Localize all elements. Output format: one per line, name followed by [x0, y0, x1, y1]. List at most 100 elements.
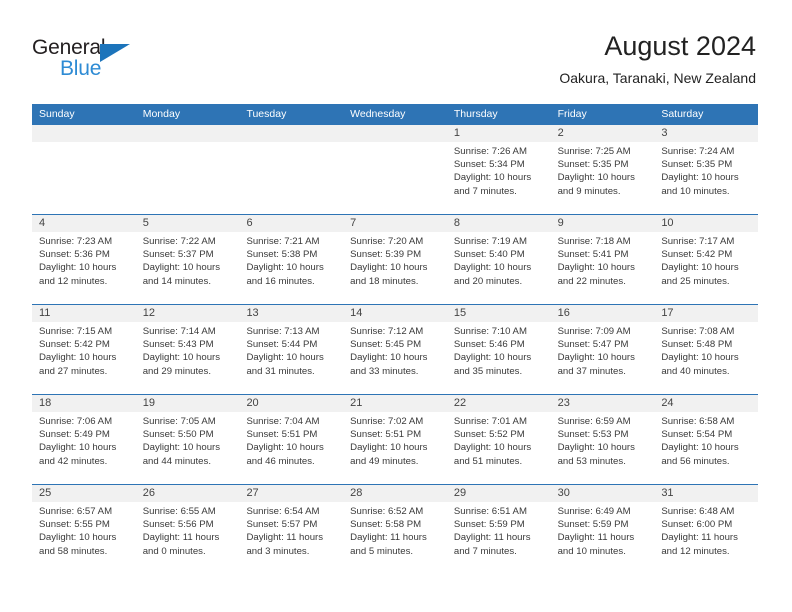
- day-cell-empty: [239, 125, 344, 214]
- day-info-sunset: Sunset: 5:52 PM: [453, 429, 525, 441]
- day-info-daylight1: Daylight: 10 hours: [142, 262, 221, 274]
- day-sun-info: Sunrise: 7:22 AM Sunset: 5:37 PM Daylight:…: [136, 232, 240, 288]
- day-sun-info: Sunrise: 7:26 AM Sunset: 5:34 PM Daylight:…: [447, 142, 551, 198]
- day-cell[interactable]: 8 Sunrise: 7:19 AM Sunset: 5:40 PM Daylight…: [446, 215, 551, 304]
- day-number: 2: [550, 125, 655, 142]
- calendar-week-row: 11 Sunrise: 7:15 AM Sunset: 5:42 PM Dayligh…: [32, 304, 759, 394]
- day-number: 7: [343, 215, 447, 232]
- day-cell[interactable]: 6 Sunrise: 7:21 AM Sunset: 5:38 PM Daylight…: [239, 215, 344, 304]
- day-cell[interactable]: 5 Sunrise: 7:22 AM Sunset: 5:37 PM Daylight…: [135, 215, 240, 304]
- day-info-sunrise: Sunrise: 6:55 AM: [142, 506, 216, 517]
- day-cell[interactable]: 26 Sunrise: 6:55 AM Sunset: 5:56 PM Dayligh…: [135, 485, 240, 574]
- day-cell[interactable]: 24 Sunrise: 6:58 AM Sunset: 5:54 PM Dayligh…: [654, 395, 759, 484]
- page-header: General Blue August 2024 Oakura, Taranak…: [0, 0, 792, 104]
- day-info-sunset: Sunset: 5:51 PM: [350, 429, 422, 441]
- day-info-sunrise: Sunrise: 7:15 AM: [39, 326, 113, 337]
- day-cell-empty: [135, 125, 240, 214]
- day-number: 25: [32, 485, 136, 502]
- day-info-daylight2: and 14 minutes.: [142, 275, 211, 287]
- weekday-header-wednesday: Wednesday: [350, 108, 406, 120]
- day-cell[interactable]: 16 Sunrise: 7:09 AM Sunset: 5:47 PM Dayligh…: [550, 305, 655, 394]
- general-blue-logo[interactable]: General Blue: [32, 36, 152, 84]
- day-info-sunset: Sunset: 5:42 PM: [39, 339, 110, 351]
- day-info-daylight2: and 25 minutes.: [661, 275, 730, 287]
- day-info-daylight1: Daylight: 10 hours: [246, 262, 324, 274]
- day-info-daylight1: Daylight: 11 hours: [142, 532, 220, 544]
- day-info-daylight2: and 46 minutes.: [246, 455, 315, 467]
- day-info-sunrise: Sunrise: 7:19 AM: [453, 236, 527, 247]
- day-cell[interactable]: 9 Sunrise: 7:18 AM Sunset: 5:41 PM Daylight…: [550, 215, 655, 304]
- day-cell[interactable]: 4 Sunrise: 7:23 AM Sunset: 5:36 PM Daylight…: [32, 215, 136, 304]
- day-info-sunrise: Sunrise: 7:10 AM: [453, 326, 527, 337]
- day-info-daylight1: Daylight: 10 hours: [142, 352, 221, 364]
- day-cell[interactable]: 18 Sunrise: 7:06 AM Sunset: 5:49 PM Dayligh…: [32, 395, 136, 484]
- day-cell[interactable]: 2 Sunrise: 7:25 AM Sunset: 5:35 PM Daylight…: [550, 125, 655, 214]
- day-info-daylight2: and 7 minutes.: [453, 545, 517, 557]
- day-info-sunrise: Sunrise: 6:48 AM: [661, 506, 735, 517]
- day-sun-info: Sunrise: 6:49 AM Sunset: 5:59 PM Daylight:…: [551, 502, 655, 558]
- day-info-sunset: Sunset: 5:35 PM: [557, 159, 629, 171]
- day-cell[interactable]: 30 Sunrise: 6:49 AM Sunset: 5:59 PM Dayligh…: [550, 485, 655, 574]
- day-info-daylight1: Daylight: 11 hours: [557, 532, 635, 544]
- day-cell[interactable]: 23 Sunrise: 6:59 AM Sunset: 5:53 PM Dayligh…: [550, 395, 655, 484]
- day-cell[interactable]: 22 Sunrise: 7:01 AM Sunset: 5:52 PM Dayligh…: [446, 395, 551, 484]
- day-info-sunset: Sunset: 5:47 PM: [557, 339, 629, 351]
- calendar-week-row: 25 Sunrise: 6:57 AM Sunset: 5:55 PM Dayligh…: [32, 484, 759, 574]
- day-cell[interactable]: 15 Sunrise: 7:10 AM Sunset: 5:46 PM Dayligh…: [446, 305, 551, 394]
- day-info-sunrise: Sunrise: 7:24 AM: [661, 146, 735, 157]
- day-number: 29: [446, 485, 551, 502]
- day-cell[interactable]: 17 Sunrise: 7:08 AM Sunset: 5:48 PM Dayligh…: [654, 305, 759, 394]
- day-number: 30: [550, 485, 655, 502]
- day-info-daylight2: and 16 minutes.: [246, 275, 315, 287]
- day-cell[interactable]: 28 Sunrise: 6:52 AM Sunset: 5:58 PM Dayligh…: [343, 485, 447, 574]
- title-block: August 2024 Oakura, Taranaki, New Zealan…: [559, 30, 756, 88]
- day-info-daylight1: Daylight: 10 hours: [39, 352, 117, 364]
- day-info-daylight2: and 49 minutes.: [350, 455, 419, 467]
- day-cell[interactable]: 27 Sunrise: 6:54 AM Sunset: 5:57 PM Dayligh…: [239, 485, 344, 574]
- day-info-daylight2: and 35 minutes.: [453, 365, 523, 377]
- day-info-sunset: Sunset: 5:40 PM: [453, 249, 525, 261]
- day-info-sunset: Sunset: 5:48 PM: [661, 339, 733, 351]
- day-cell[interactable]: 21 Sunrise: 7:02 AM Sunset: 5:51 PM Dayligh…: [343, 395, 447, 484]
- day-number: 23: [550, 395, 655, 412]
- day-cell[interactable]: 13 Sunrise: 7:13 AM Sunset: 5:44 PM Dayligh…: [239, 305, 344, 394]
- day-info-sunset: Sunset: 5:43 PM: [142, 339, 214, 351]
- day-info-sunrise: Sunrise: 6:49 AM: [557, 506, 631, 517]
- day-info-sunrise: Sunrise: 7:08 AM: [661, 326, 735, 337]
- day-cell[interactable]: 20 Sunrise: 7:04 AM Sunset: 5:51 PM Dayligh…: [239, 395, 344, 484]
- day-sun-info: Sunrise: 7:05 AM Sunset: 5:50 PM Daylight:…: [136, 412, 240, 468]
- day-info-daylight1: Daylight: 10 hours: [557, 442, 635, 454]
- day-info-daylight1: Daylight: 10 hours: [557, 172, 635, 184]
- day-cell[interactable]: 10 Sunrise: 7:17 AM Sunset: 5:42 PM Dayligh…: [654, 215, 759, 304]
- day-info-daylight2: and 27 minutes.: [39, 365, 108, 377]
- day-number: [32, 125, 136, 142]
- day-cell[interactable]: 31 Sunrise: 6:48 AM Sunset: 6:00 PM Dayligh…: [654, 485, 759, 574]
- logo-text-blue: Blue: [60, 57, 102, 80]
- day-cell[interactable]: 19 Sunrise: 7:05 AM Sunset: 5:50 PM Dayligh…: [135, 395, 240, 484]
- day-number: 19: [135, 395, 240, 412]
- day-info-daylight1: Daylight: 10 hours: [350, 442, 428, 454]
- day-info-sunset: Sunset: 5:51 PM: [246, 429, 318, 441]
- day-info-daylight2: and 9 minutes.: [557, 185, 621, 197]
- day-number: 17: [654, 305, 759, 322]
- day-number: 27: [239, 485, 344, 502]
- day-info-daylight2: and 33 minutes.: [350, 365, 419, 377]
- day-cell[interactable]: 14 Sunrise: 7:12 AM Sunset: 5:45 PM Dayligh…: [343, 305, 447, 394]
- day-info-sunset: Sunset: 5:59 PM: [453, 519, 525, 531]
- day-cell[interactable]: 12 Sunrise: 7:14 AM Sunset: 5:43 PM Dayligh…: [135, 305, 240, 394]
- day-cell[interactable]: 11 Sunrise: 7:15 AM Sunset: 5:42 PM Dayligh…: [32, 305, 136, 394]
- day-cell[interactable]: 1 Sunrise: 7:26 AM Sunset: 5:34 PM Daylight…: [446, 125, 551, 214]
- day-cell[interactable]: 3 Sunrise: 7:24 AM Sunset: 5:35 PM Daylight…: [654, 125, 759, 214]
- day-cell[interactable]: 25 Sunrise: 6:57 AM Sunset: 5:55 PM Dayligh…: [32, 485, 136, 574]
- day-info-daylight2: and 37 minutes.: [557, 365, 626, 377]
- day-cell[interactable]: 29 Sunrise: 6:51 AM Sunset: 5:59 PM Dayligh…: [446, 485, 551, 574]
- day-number: 5: [135, 215, 240, 232]
- day-sun-info: Sunrise: 7:18 AM Sunset: 5:41 PM Daylight:…: [551, 232, 655, 288]
- day-cell[interactable]: 7 Sunrise: 7:20 AM Sunset: 5:39 PM Daylight…: [343, 215, 447, 304]
- day-sun-info: Sunrise: 7:06 AM Sunset: 5:49 PM Daylight:…: [32, 412, 136, 468]
- day-sun-info: Sunrise: 7:04 AM Sunset: 5:51 PM Daylight:…: [239, 412, 343, 468]
- weekday-header-saturday: Saturday: [661, 108, 704, 120]
- day-number: 1: [446, 125, 551, 142]
- day-info-daylight1: Daylight: 10 hours: [453, 262, 532, 274]
- day-info-daylight2: and 5 minutes.: [350, 545, 414, 557]
